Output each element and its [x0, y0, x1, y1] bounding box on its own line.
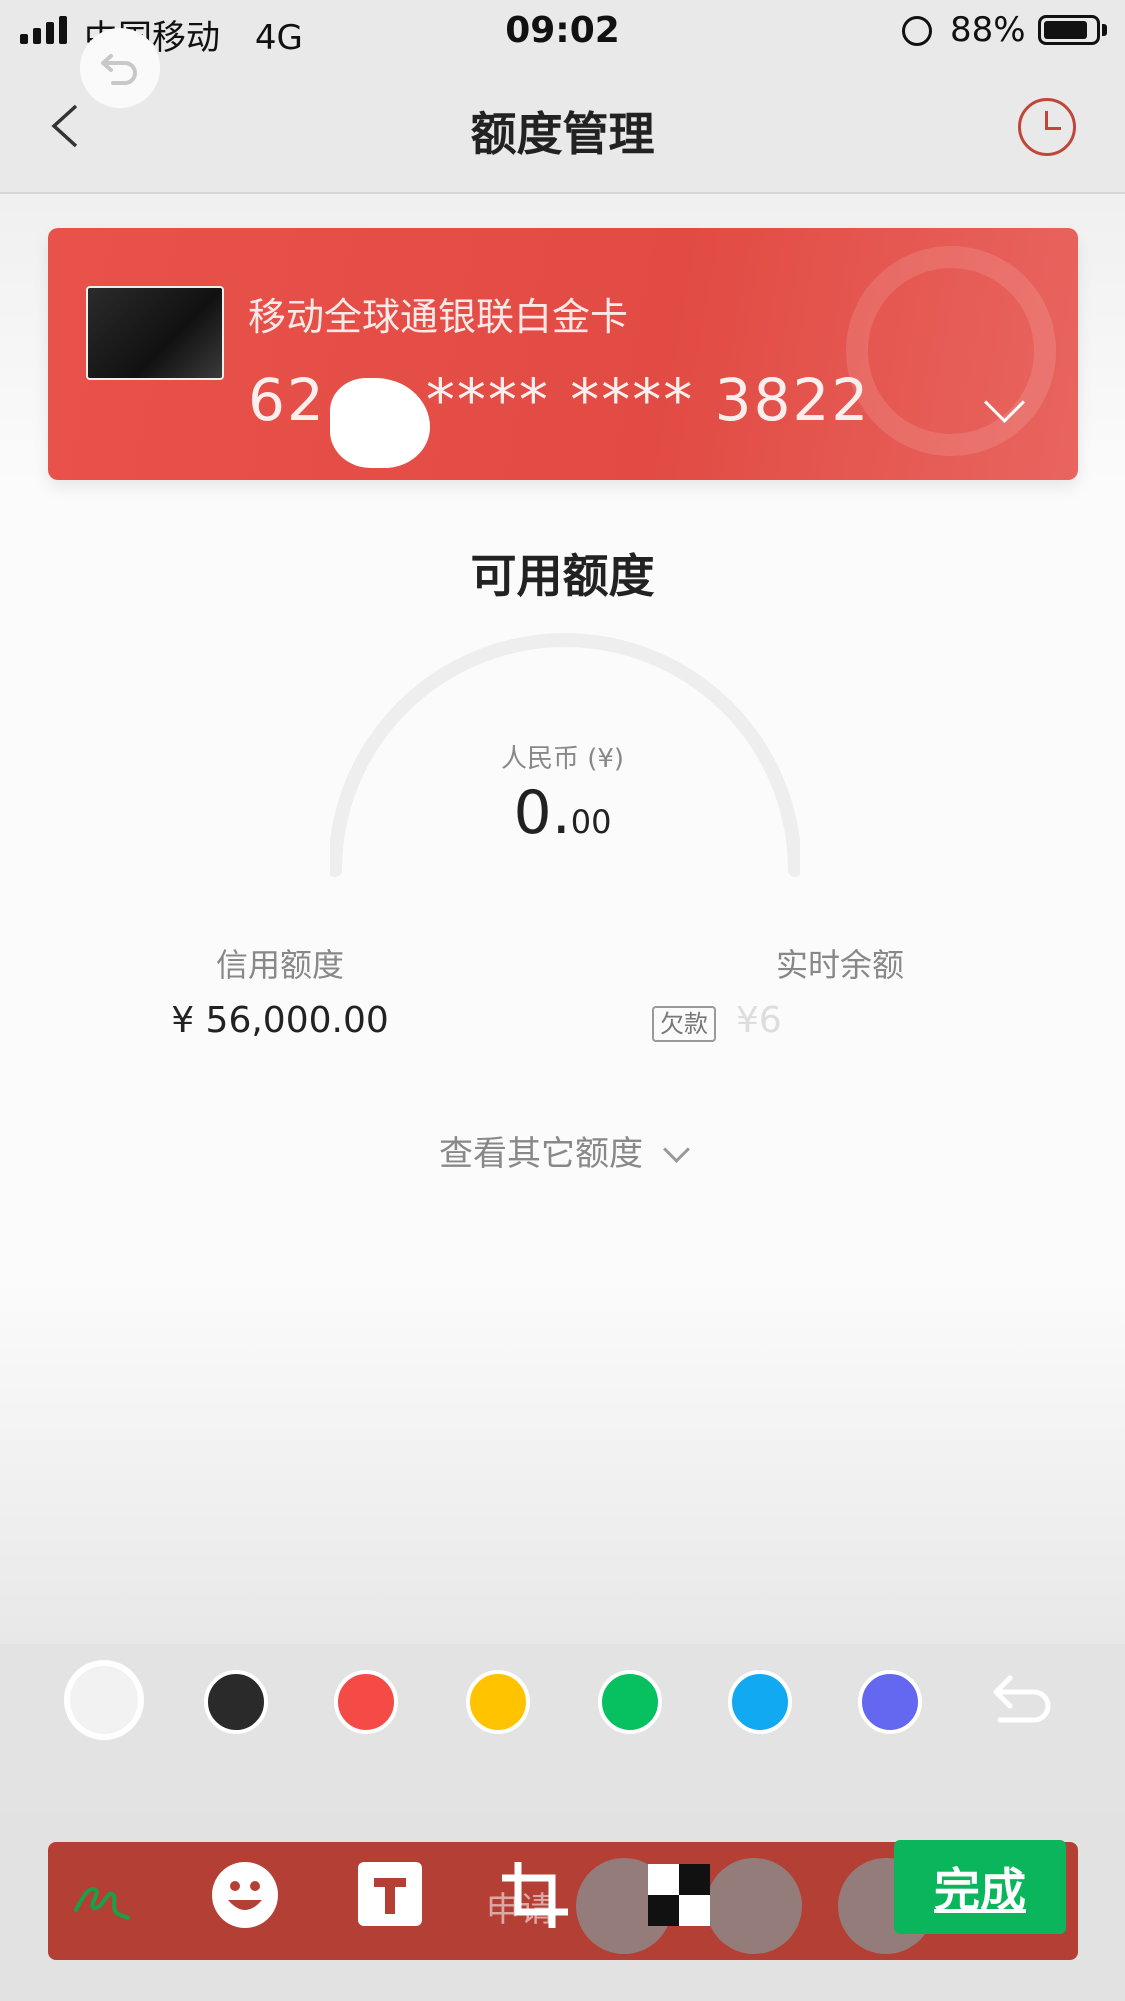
chevron-down-icon	[663, 1136, 690, 1163]
color-swatch[interactable]	[858, 1670, 922, 1734]
color-swatch[interactable]	[334, 1670, 398, 1734]
battery-tip	[1102, 24, 1107, 36]
color-palette	[0, 1644, 1125, 1812]
card-number-masked: **** **** 3822	[425, 366, 871, 434]
color-swatch[interactable]	[598, 1670, 662, 1734]
text-icon[interactable]	[356, 1860, 426, 1930]
card-thumbnail	[86, 286, 224, 380]
available-amount: 0.00	[0, 778, 1125, 848]
page-title: 额度管理	[470, 107, 655, 161]
battery-icon	[1038, 15, 1100, 45]
undo-arrow-icon	[101, 54, 137, 85]
color-swatch[interactable]	[466, 1670, 530, 1734]
view-other-limits[interactable]: 查看其它额度	[0, 1126, 1125, 1175]
emoji-icon[interactable]	[210, 1860, 280, 1930]
undo-icon[interactable]	[988, 1670, 1058, 1734]
rotation-lock-icon	[902, 16, 932, 46]
bank-logo-watermark	[846, 246, 1056, 456]
card-number-prefix: 62	[248, 366, 326, 434]
currency-label: 人民币 (¥)	[500, 744, 625, 774]
balance-label: 实时余额	[775, 946, 904, 984]
battery-percent: 88%	[950, 10, 1026, 50]
balance-value: ¥6	[736, 1000, 782, 1041]
color-swatch[interactable]	[728, 1670, 792, 1734]
history-clock-icon[interactable]	[1018, 98, 1076, 156]
crop-icon[interactable]	[500, 1860, 570, 1930]
view-other-limits-label: 查看其它额度	[439, 1134, 643, 1174]
card-name: 移动全球通银联白金卡	[248, 295, 629, 339]
color-swatch[interactable]	[204, 1670, 268, 1734]
color-swatch[interactable]	[64, 1660, 144, 1740]
done-button[interactable]: 完成	[894, 1840, 1066, 1934]
debt-badge: 欠款	[652, 1006, 716, 1042]
available-limit-title: 可用额度	[470, 549, 655, 603]
doodle-pen-icon[interactable]	[70, 1860, 140, 1930]
credit-limit-value: ¥ 56,000.00	[171, 1000, 389, 1041]
undo-icon[interactable]	[80, 28, 160, 108]
available-amount-int: 0.	[513, 778, 571, 848]
available-amount-dec: 00	[570, 803, 612, 841]
mosaic-icon[interactable]	[644, 1860, 714, 1930]
ghost-button	[706, 1858, 802, 1954]
credit-limit-label: 信用额度	[215, 946, 344, 984]
